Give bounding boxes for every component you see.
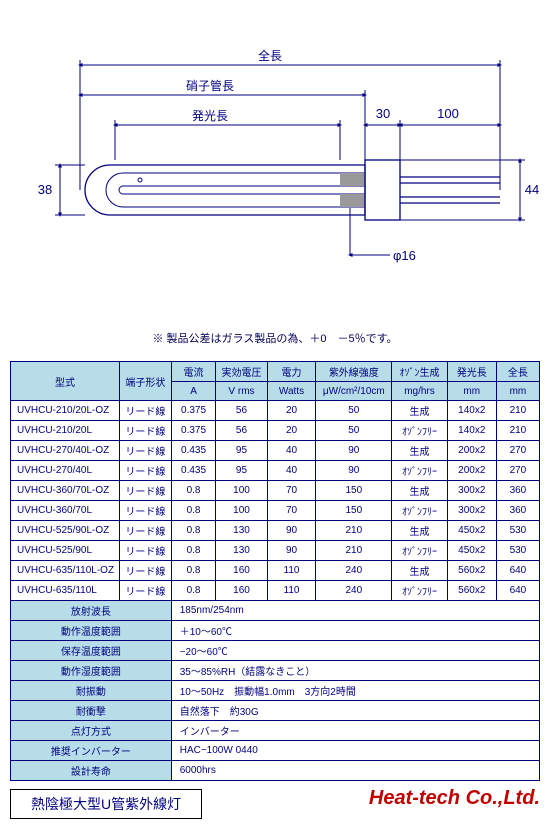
svg-text:30: 30 [376, 106, 390, 121]
table-row: UVHCU-525/90L-OZリード線0.813090210生成450x253… [11, 521, 540, 541]
unit-totallen: mm [496, 382, 539, 401]
unit-power: Watts [267, 382, 316, 401]
technical-drawing: 全長 硝子管長 発光長 30 100 [10, 10, 540, 310]
spec-row: 耐振動10〜50Hz 振動幅1.0mm 3方向2時間 [11, 681, 540, 701]
table-row: UVHCU-210/20Lリード線0.375562050ｵｿﾞﾝﾌﾘｰ140x2… [11, 421, 540, 441]
svg-text:44: 44 [525, 182, 539, 197]
hdr-power: 電力 [267, 362, 316, 382]
footer: 熱陰極大型U管紫外線灯 Heat-tech Co.,Ltd. [10, 789, 540, 819]
spec-row: 耐衝撃自然落下 約30G [11, 701, 540, 721]
hdr-lightlen: 発光長 [447, 362, 496, 382]
spec-row: 設計寿命6000hrs [11, 761, 540, 781]
document-title: 熱陰極大型U管紫外線灯 [10, 789, 202, 819]
hdr-uv: 紫外線強度 [316, 362, 392, 382]
svg-text:φ16: φ16 [393, 248, 416, 263]
table-row: UVHCU-360/70L-OZリード線0.810070150生成300x236… [11, 481, 540, 501]
hdr-current: 電流 [171, 362, 216, 382]
table-row: UVHCU-635/110L-OZリード線0.8160110240生成560x2… [11, 561, 540, 581]
spec-row: 放射波長185nm/254nm [11, 601, 540, 621]
spec-row: 動作温度範囲＋10〜60℃ [11, 621, 540, 641]
tolerance-note: ※ 製品公差はガラス製品の為、＋0 －5％です。 [10, 330, 540, 346]
table-row: UVHCU-360/70Lリード線0.810070150ｵｿﾞﾝﾌﾘｰ300x2… [11, 501, 540, 521]
unit-voltage: V rms [216, 382, 267, 401]
table-row: UVHCU-635/110Lリード線0.8160110240ｵｿﾞﾝﾌﾘｰ560… [11, 581, 540, 601]
svg-text:38: 38 [38, 182, 52, 197]
svg-text:100: 100 [437, 106, 459, 121]
specifications-table: 型式 端子形状 電流 実効電圧 電力 紫外線強度 ｵｿﾞﾝ生成 発光長 全長 A… [10, 361, 540, 781]
spec-row: 点灯方式インバーター [11, 721, 540, 741]
unit-current: A [171, 382, 216, 401]
unit-ozone: mg/hrs [392, 382, 447, 401]
svg-text:発光長: 発光長 [192, 109, 228, 123]
table-row: UVHCU-270/40Lリード線0.435954090ｵｿﾞﾝﾌﾘｰ200x2… [11, 461, 540, 481]
hdr-ozone: ｵｿﾞﾝ生成 [392, 362, 447, 382]
spec-row: 動作湿度範囲35〜85%RH（結露なきこと） [11, 661, 540, 681]
hdr-model: 型式 [11, 362, 120, 401]
table-row: UVHCU-210/20L-OZリード線0.375562050生成140x221… [11, 401, 540, 421]
spec-row: 保存温度範囲−20〜60℃ [11, 641, 540, 661]
spec-row: 推奨インバーターHAC−100W 0440 [11, 741, 540, 761]
svg-text:硝子管長: 硝子管長 [186, 78, 234, 93]
hdr-terminal: 端子形状 [120, 362, 172, 401]
hdr-voltage: 実効電圧 [216, 362, 267, 382]
unit-uv: μW/cm²/10cm [316, 382, 392, 401]
company-name: Heat-tech Co.,Ltd. [369, 787, 540, 810]
table-row: UVHCU-525/90Lリード線0.813090210ｵｿﾞﾝﾌﾘｰ450x2… [11, 541, 540, 561]
unit-lightlen: mm [447, 382, 496, 401]
table-row: UVHCU-270/40L-OZリード線0.435954090生成200x227… [11, 441, 540, 461]
hdr-totallen: 全長 [496, 362, 539, 382]
svg-text:全長: 全長 [258, 48, 282, 63]
